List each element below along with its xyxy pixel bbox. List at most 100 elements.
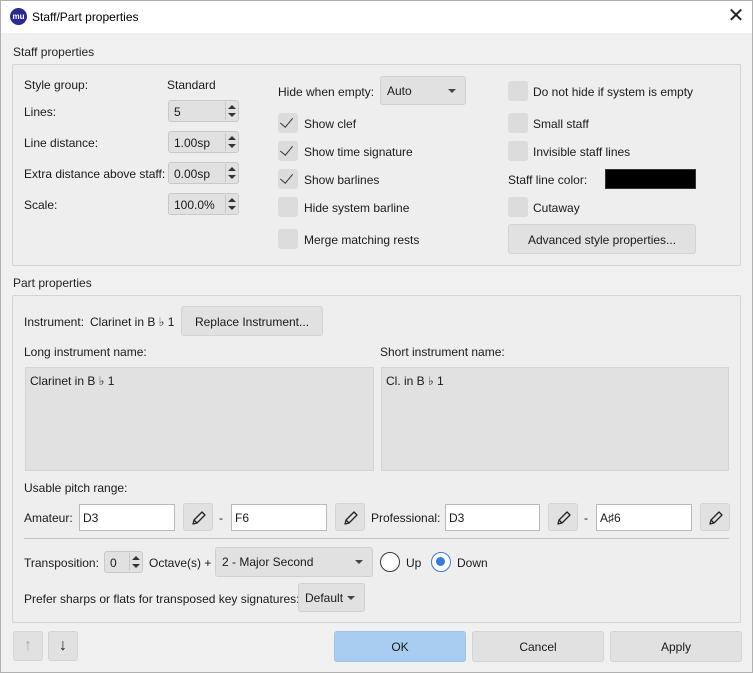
prefer-sharps-flats-label: Prefer sharps or flats for transposed ke… (24, 592, 300, 606)
chevron-down-icon (448, 89, 456, 93)
scale-value: 100.0% (174, 198, 215, 212)
hide-system-barline-checkbox[interactable] (278, 197, 298, 217)
advanced-style-properties-button[interactable]: Advanced style properties... (508, 224, 696, 254)
scale-spinbox[interactable]: 100.0% (168, 193, 239, 215)
octaves-label: Octave(s) + (149, 556, 212, 570)
professional-high-field[interactable]: A♯6 (596, 504, 692, 531)
style-group-value: Standard (167, 78, 216, 92)
interval-dropdown[interactable]: 2 - Major Second (215, 547, 373, 577)
cutaway-label: Cutaway (533, 201, 580, 215)
divider (24, 538, 729, 539)
professional-label: Professional: (371, 511, 441, 525)
amateur-high-field[interactable]: F6 (231, 504, 327, 531)
cancel-button[interactable]: Cancel (472, 631, 604, 662)
apply-label: Apply (660, 640, 692, 654)
check-icon (279, 142, 294, 156)
pitch-range-label: Usable pitch range: (24, 481, 128, 495)
lines-label: Lines: (24, 105, 57, 119)
show-time-signature-label: Show time signature (304, 145, 413, 159)
replace-instrument-button[interactable]: Replace Instrument... (181, 306, 323, 336)
cutaway-checkbox[interactable] (508, 197, 528, 217)
prefer-sharps-flats-dropdown[interactable]: Default (298, 583, 365, 612)
do-not-hide-label: Do not hide if system is empty (533, 85, 694, 99)
invisible-staff-lines-checkbox[interactable] (508, 141, 528, 161)
chevron-down-icon (347, 596, 355, 600)
professional-low-value: D3 (449, 511, 465, 525)
range-dash: - (584, 511, 588, 525)
range-dash: - (219, 511, 223, 525)
extra-distance-label: Extra distance above staff: (24, 167, 166, 181)
spin-arrows[interactable] (225, 102, 237, 120)
amateur-high-pen-button[interactable] (335, 503, 365, 531)
show-clef-checkbox[interactable] (278, 113, 298, 133)
small-staff-checkbox[interactable] (508, 113, 528, 133)
do-not-hide-checkbox[interactable] (508, 81, 528, 101)
spin-down-icon[interactable] (228, 175, 236, 179)
show-barlines-checkbox[interactable] (278, 169, 298, 189)
spin-up-icon[interactable] (228, 167, 236, 171)
lines-spinbox[interactable]: 5 (168, 100, 239, 122)
dialog-window: mu Staff/Part properties ✕ Staff propert… (0, 0, 753, 673)
amateur-high-value: F6 (235, 511, 250, 525)
spin-arrows[interactable] (225, 164, 237, 182)
spin-up-icon[interactable] (228, 198, 236, 202)
professional-low-pen-button[interactable] (548, 503, 578, 531)
amateur-low-pen-button[interactable] (183, 503, 213, 531)
line-distance-label: Line distance: (24, 136, 99, 150)
short-name-value: Cl. in B ♭ 1 (386, 374, 444, 388)
line-distance-value: 1.00sp (174, 136, 211, 150)
style-group-label: Style group: (24, 78, 89, 92)
interval-value: 2 - Major Second (222, 555, 314, 569)
amateur-low-value: D3 (83, 511, 99, 525)
professional-high-pen-button[interactable] (700, 503, 730, 531)
transpose-up-label: Up (406, 556, 422, 570)
move-up-arrow-icon[interactable]: ↑ (13, 631, 43, 661)
move-down-arrow-icon[interactable]: ↓ (48, 631, 78, 661)
extra-distance-spinbox[interactable]: 0.00sp (168, 162, 239, 184)
staff-line-color-label: Staff line color: (508, 173, 588, 187)
replace-instrument-label: Replace Instrument... (194, 315, 310, 329)
transpose-down-radio[interactable] (431, 552, 451, 572)
professional-low-field[interactable]: D3 (445, 504, 540, 531)
spin-down-icon[interactable] (228, 144, 236, 148)
hide-when-empty-value: Auto (387, 84, 412, 98)
amateur-low-field[interactable]: D3 (79, 504, 175, 531)
spin-down-icon[interactable] (228, 113, 236, 117)
merge-matching-rests-label: Merge matching rests (304, 233, 420, 247)
merge-matching-rests-checkbox[interactable] (278, 229, 298, 249)
spin-down-icon[interactable] (132, 564, 140, 568)
ok-label: OK (391, 640, 409, 654)
staff-line-color-swatch[interactable] (605, 169, 696, 189)
cancel-label: Cancel (519, 640, 557, 654)
octave-spinbox[interactable]: 0 (104, 551, 143, 573)
hide-when-empty-dropdown[interactable]: Auto (380, 76, 466, 105)
instrument-value: Clarinet in B ♭ 1 (90, 315, 175, 329)
ok-button[interactable]: OK (334, 631, 466, 662)
spin-up-icon[interactable] (228, 105, 236, 109)
professional-high-value: A♯6 (600, 511, 621, 525)
apply-button[interactable]: Apply (610, 631, 742, 662)
amateur-label: Amateur: (24, 511, 73, 525)
show-time-signature-checkbox[interactable] (278, 141, 298, 161)
check-icon (279, 170, 294, 184)
invisible-staff-lines-label: Invisible staff lines (533, 145, 631, 159)
spin-up-icon[interactable] (228, 136, 236, 140)
advanced-style-properties-label: Advanced style properties... (527, 233, 677, 247)
staff-properties-heading: Staff properties (13, 45, 95, 59)
close-icon[interactable]: ✕ (721, 3, 751, 31)
hide-system-barline-label: Hide system barline (304, 201, 410, 215)
short-name-label: Short instrument name: (380, 345, 505, 359)
spin-arrows[interactable] (225, 133, 237, 151)
extra-distance-value: 0.00sp (174, 167, 211, 181)
short-name-textarea[interactable]: Cl. in B ♭ 1 (381, 367, 729, 471)
show-barlines-label: Show barlines (304, 173, 380, 187)
line-distance-spinbox[interactable]: 1.00sp (168, 131, 239, 153)
hide-when-empty-label: Hide when empty: (278, 85, 375, 99)
long-name-textarea[interactable]: Clarinet in B ♭ 1 (25, 367, 374, 471)
spin-up-icon[interactable] (132, 556, 140, 560)
transpose-up-radio[interactable] (380, 552, 400, 572)
prefer-sharps-flats-value: Default (305, 591, 344, 605)
spin-arrows[interactable] (225, 195, 237, 213)
spin-down-icon[interactable] (228, 206, 236, 210)
spin-arrows[interactable] (129, 553, 141, 571)
